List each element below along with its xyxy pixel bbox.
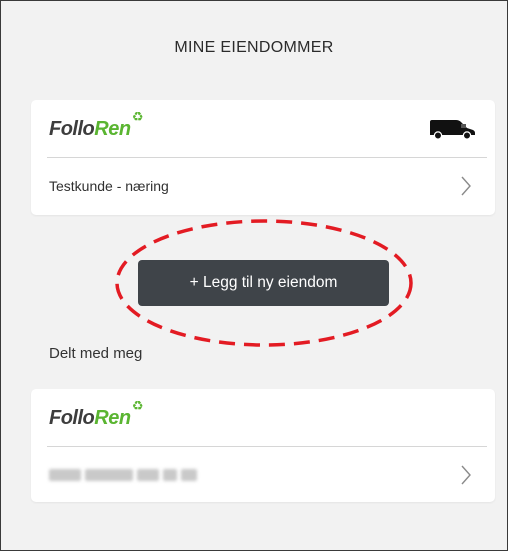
logo-text-ren: Ren: [94, 118, 131, 140]
page-title: MINE EIENDOMMER: [174, 39, 334, 56]
follo-ren-logo: FolloRen ♻: [49, 399, 144, 435]
shared-property-row[interactable]: [31, 447, 495, 503]
property-card-header: FolloRen ♻: [31, 100, 495, 157]
shared-section-title: Delt med meg: [49, 345, 143, 362]
truck-icon: [430, 120, 475, 140]
shared-property-card: FolloRen ♻: [31, 389, 495, 502]
recycle-icon: ♻: [131, 109, 144, 124]
chevron-right-icon: [461, 176, 471, 196]
property-name: Testkunde - næring: [49, 178, 169, 194]
app-screen: MINE EIENDOMMER FolloRen ♻ Testkunde - næ…: [0, 0, 508, 551]
recycle-icon: ♻: [131, 398, 144, 413]
follo-ren-logo: FolloRen ♻: [49, 110, 144, 146]
logo-text-follo: Follo: [49, 407, 95, 429]
shared-card-header: FolloRen ♻: [31, 389, 495, 446]
logo-text-ren: Ren: [94, 407, 131, 429]
redacted-property-name: [49, 469, 199, 481]
property-row[interactable]: Testkunde - næring: [31, 158, 495, 214]
property-card: FolloRen ♻ Testkunde - næring: [31, 100, 495, 215]
chevron-right-icon: [461, 465, 471, 485]
logo-text-follo: Follo: [49, 118, 95, 140]
add-property-button[interactable]: + Legg til ny eiendom: [138, 260, 389, 306]
